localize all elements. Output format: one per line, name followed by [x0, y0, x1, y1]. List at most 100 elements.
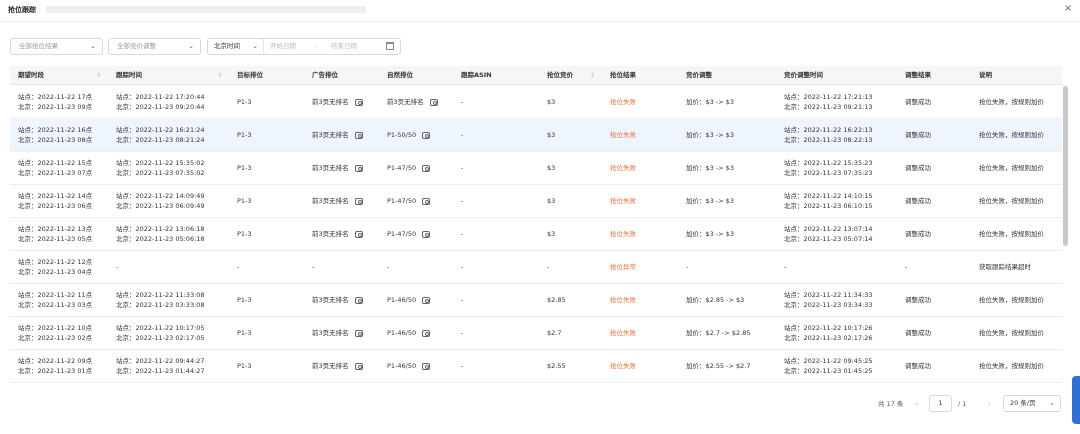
adjust-time-cell: 站点：2022-11-22 17:21:13 北京：2022-11-23 09:2…	[784, 86, 873, 119]
result-cell-text: 抢位失败	[610, 131, 636, 140]
bid-cell-text: $3	[547, 98, 556, 107]
asin-cell-text: -	[461, 131, 464, 140]
table-row[interactable]: 站点：2022-11-22 10点 北京：2022-11-23 02点 站点：202…	[10, 317, 1062, 350]
note-cell-text: 抢位失败，按规则加价	[979, 362, 1044, 371]
column-header: 说明	[979, 71, 992, 79]
target-rank-cell: -	[237, 251, 239, 284]
camera-icon[interactable]	[422, 296, 431, 304]
expected-period-cell-line: 站点：2022-11-22 17点	[18, 93, 93, 102]
expected-period-cell: 站点：2022-11-22 16点 北京：2022-11-23 08点	[18, 119, 92, 152]
expected-period-cell: 站点：2022-11-22 15点 北京：2022-11-23 07点	[18, 152, 92, 185]
camera-icon[interactable]	[354, 164, 363, 172]
natural-rank-cell: -	[387, 251, 389, 284]
start-date-input[interactable]: 开始日期	[270, 39, 296, 54]
ad-rank-cell-text: 前3页无排名	[312, 296, 349, 305]
camera-icon[interactable]	[422, 164, 431, 172]
camera-icon[interactable]	[422, 362, 431, 370]
column-header[interactable]: 抢位竞价	[547, 66, 573, 85]
ad-rank-cell: 前3页无排名	[312, 317, 363, 350]
camera-icon[interactable]	[354, 98, 363, 106]
column-header[interactable]: 期望时段	[18, 66, 44, 85]
expected-period-cell: 站点：2022-11-22 11点 北京：2022-11-23 03点	[18, 284, 92, 317]
expected-period-cell-line: 北京：2022-11-23 06点	[18, 202, 93, 211]
sort-icon[interactable]: ⇕	[96, 66, 101, 85]
ad-rank-cell-text: 前3页无排名	[312, 362, 349, 371]
camera-icon[interactable]	[429, 98, 438, 106]
table-row[interactable]: 站点：2022-11-22 09点 北京：2022-11-23 01点 站点：202…	[10, 350, 1062, 383]
camera-icon[interactable]	[422, 131, 431, 139]
adjust-time-cell-line: 北京：2022-11-23 08:22:13	[784, 136, 873, 145]
camera-icon[interactable]	[354, 230, 363, 238]
table-row[interactable]: 站点：2022-11-22 13点 北京：2022-11-23 05点 站点：202…	[10, 218, 1062, 251]
table-row[interactable]: 站点：2022-11-22 17点 北京：2022-11-23 09点 站点：202…	[10, 86, 1062, 119]
asin-cell-text: -	[461, 263, 464, 272]
camera-icon[interactable]	[354, 296, 363, 304]
track-time-cell-line: 北京：2022-11-23 08:21:24	[116, 136, 205, 145]
expected-period-cell-line: 北京：2022-11-23 03点	[18, 301, 93, 310]
natural-rank-cell: P1-50/50	[387, 119, 431, 152]
natural-rank-cell-text: P1-46/50	[387, 329, 417, 338]
camera-icon[interactable]	[354, 362, 363, 370]
adjust-cell: 加价：$3 -> $3	[686, 218, 734, 251]
camera-icon[interactable]	[422, 197, 431, 205]
page-size-select[interactable]: 20 条/页 ⌄	[1003, 395, 1061, 412]
adjust-time-cell: -	[784, 251, 786, 284]
sort-icon[interactable]: ⇕	[590, 66, 595, 85]
track-time-cell-line: 站点：2022-11-22 14:09:49	[116, 192, 205, 201]
adjust-time-cell-line: 站点：2022-11-22 17:21:13	[784, 93, 873, 102]
table-row[interactable]: 站点：2022-11-22 15点 北京：2022-11-23 07点 站点：202…	[10, 152, 1062, 185]
camera-icon[interactable]	[422, 329, 431, 337]
price-adjust-filter-select[interactable]: 全部竞价调整 ⌄	[108, 38, 201, 55]
target-rank-cell-text: P1-3	[237, 197, 252, 206]
camera-icon[interactable]	[354, 197, 363, 205]
sort-icon[interactable]: ⇕	[217, 66, 222, 85]
asin-cell-text: -	[461, 164, 464, 173]
target-rank-cell-text: P1-3	[237, 329, 252, 338]
camera-icon[interactable]	[354, 329, 363, 337]
target-rank-cell-text: -	[237, 263, 240, 272]
camera-icon[interactable]	[354, 131, 363, 139]
adjust-time-cell-line: 北京：2022-11-23 05:07:14	[784, 235, 873, 244]
expected-period-cell-line: 北京：2022-11-23 04点	[18, 268, 93, 277]
timezone-select[interactable]: 北京时间 ⌄	[208, 39, 264, 54]
natural-rank-cell-text: P1-47/50	[387, 164, 417, 173]
note-cell: 抢位失败，按规则加价	[979, 185, 1044, 218]
table-row[interactable]: 站点：2022-11-22 11点 北京：2022-11-23 03点 站点：202…	[10, 284, 1062, 317]
note-cell-text: 获取跟踪结果超时	[979, 263, 1031, 272]
calendar-icon	[386, 42, 394, 50]
result-cell: 抢位失败	[610, 284, 636, 317]
vertical-scrollbar[interactable]	[1063, 86, 1068, 246]
next-page-button[interactable]: ›	[988, 396, 991, 412]
result-cell-text: 抢位失败	[610, 329, 636, 338]
result-filter-select[interactable]: 全部抢位结果 ⌄	[10, 38, 103, 55]
asin-cell-text: -	[461, 329, 464, 338]
column-header[interactable]: 跟踪时间	[116, 66, 142, 85]
track-time-cell: 站点：2022-11-22 13:06:18 北京：2022-11-23 05:0…	[116, 218, 205, 251]
date-range-picker[interactable]: 北京时间 ⌄ 开始日期 - 结束日期	[207, 38, 401, 55]
expected-period-cell-line: 站点：2022-11-22 16点	[18, 126, 93, 135]
track-time-cell: 站点：2022-11-22 16:21:24 北京：2022-11-23 08:2…	[116, 119, 205, 152]
page-input[interactable]: 1	[929, 395, 952, 412]
close-icon[interactable]: ×	[1064, 3, 1072, 14]
title-placeholder-bar	[46, 6, 366, 13]
adjust-cell-text: 加价：$3 -> $3	[686, 164, 734, 173]
result-cell-text: 抢位异常	[610, 263, 636, 272]
note-cell-text: 抢位失败，按规则加价	[979, 197, 1044, 206]
prev-page-button[interactable]: ‹	[915, 396, 918, 412]
adjust-cell-text: 加价：$3 -> $3	[686, 230, 734, 239]
track-time-cell-line: 站点：2022-11-22 13:06:18	[116, 225, 205, 234]
result-cell: 抢位异常	[610, 251, 636, 284]
table-row[interactable]: 站点：2022-11-22 14点 北京：2022-11-23 06点 站点：202…	[10, 185, 1062, 218]
adjust-result-cell-text: 调整成功	[905, 98, 931, 107]
result-cell-text: 抢位失败	[610, 164, 636, 173]
side-tab[interactable]	[1072, 376, 1080, 424]
result-cell: 抢位失败	[610, 218, 636, 251]
camera-icon[interactable]	[422, 230, 431, 238]
table-row[interactable]: 站点：2022-11-22 12点 北京：2022-11-23 04点 - - - - - -…	[10, 251, 1062, 284]
expected-period-cell-line: 站点：2022-11-22 15点	[18, 159, 93, 168]
track-time-cell: 站点：2022-11-22 14:09:49 北京：2022-11-23 06:0…	[116, 185, 205, 218]
end-date-input[interactable]: 结束日期	[331, 39, 357, 54]
table-row[interactable]: 站点：2022-11-22 16点 北京：2022-11-23 08点 站点：202…	[10, 119, 1062, 152]
column-header: 竞价调整	[686, 71, 712, 79]
adjust-result-cell: 调整成功	[905, 86, 931, 119]
